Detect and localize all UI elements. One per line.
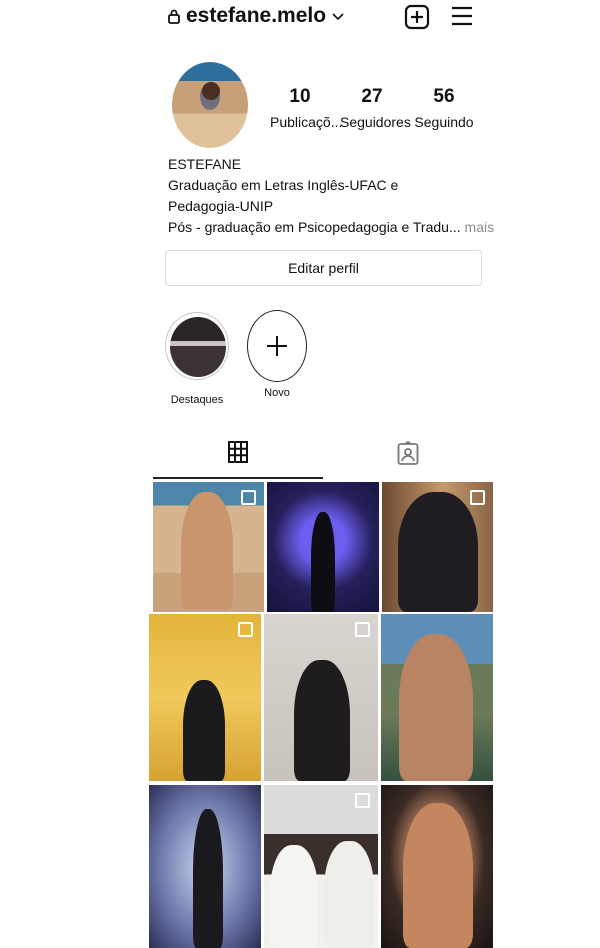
- highlight-destaques[interactable]: [165, 312, 229, 380]
- bio-line: Pedagogia-UNIP: [168, 198, 274, 214]
- username: estefane.melo: [186, 4, 327, 27]
- post-thumbnail[interactable]: [264, 785, 378, 948]
- bio-line-truncated: Pós - graduação em Psicopedagogia e Trad…: [168, 219, 494, 235]
- tagged-icon[interactable]: [397, 441, 419, 465]
- highlight-label: Novo: [264, 387, 290, 399]
- more-link[interactable]: mais: [465, 219, 495, 235]
- stat-followers[interactable]: 27 Seguidores: [340, 86, 411, 130]
- lock-icon: [168, 9, 180, 24]
- new-highlight-button[interactable]: [247, 310, 307, 382]
- posts-label: Publicaçõ...: [270, 114, 343, 130]
- post-thumbnail[interactable]: [381, 785, 493, 948]
- following-label: Seguindo: [414, 114, 474, 130]
- followers-label: Seguidores: [340, 114, 411, 130]
- stat-posts[interactable]: 10 Publicaçõ...: [270, 86, 343, 130]
- posts-count: 10: [289, 86, 311, 107]
- chevron-down-icon: [332, 13, 344, 21]
- post-thumbnail[interactable]: [382, 482, 493, 612]
- multiple-photos-icon: [238, 622, 253, 637]
- account-switcher[interactable]: estefane.melo: [168, 4, 344, 28]
- multiple-photos-icon: [355, 793, 370, 808]
- post-thumbnail[interactable]: [267, 482, 379, 612]
- edit-profile-button[interactable]: Editar perfil: [165, 250, 482, 286]
- followers-count: 27: [361, 86, 383, 107]
- menu-icon[interactable]: [450, 5, 474, 27]
- bio-line: Pós - graduação em Psicopedagogia e Trad…: [168, 219, 461, 235]
- plus-icon: [267, 336, 287, 356]
- post-thumbnail[interactable]: [264, 614, 378, 781]
- stat-following[interactable]: 56 Seguindo: [414, 86, 474, 130]
- bio-line: Graduação em Letras Inglês-UFAC e: [168, 177, 399, 193]
- post-thumbnail[interactable]: [149, 785, 261, 948]
- profile-avatar[interactable]: [172, 62, 248, 148]
- highlight-label: Destaques: [170, 394, 224, 406]
- new-post-icon[interactable]: [404, 4, 430, 30]
- profile-name: ESTEFANE: [168, 156, 242, 172]
- post-thumbnail[interactable]: [381, 614, 493, 781]
- highlight-cover: [170, 317, 226, 377]
- multiple-photos-icon: [355, 622, 370, 637]
- active-tab-indicator: [153, 477, 323, 479]
- following-count: 56: [433, 86, 455, 107]
- grid-icon[interactable]: [228, 441, 248, 463]
- multiple-photos-icon: [470, 490, 485, 505]
- multiple-photos-icon: [241, 490, 256, 505]
- post-thumbnail[interactable]: [149, 614, 261, 781]
- post-thumbnail[interactable]: [153, 482, 264, 612]
